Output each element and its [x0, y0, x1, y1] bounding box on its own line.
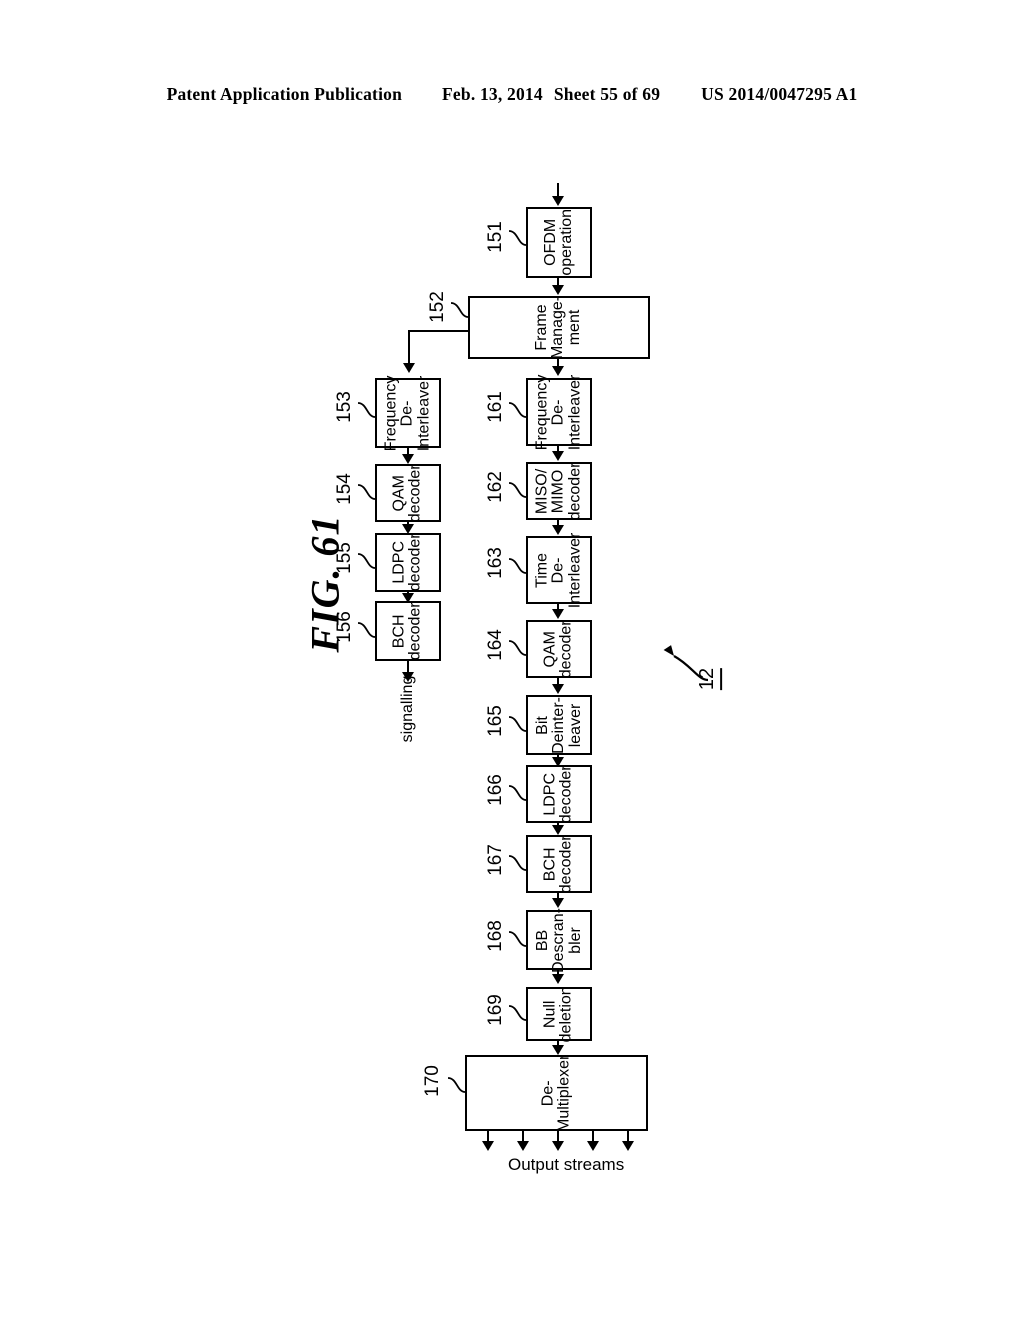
conn-169-170-arrowhead: [552, 1045, 564, 1055]
block-152-frame-management[interactable]: Frame Manage- ment: [468, 296, 650, 359]
block-166-label: LDPC decoder: [541, 765, 575, 823]
block-170-de-multiplexer[interactable]: De- Multiplexer: [465, 1054, 648, 1132]
output-arrowhead-4: [587, 1141, 599, 1151]
block-165-bit-deinterleaver[interactable]: Bit Deinter- leaver: [526, 695, 592, 755]
ref-number-156: 156: [334, 611, 355, 643]
block-167-bch-decoder[interactable]: BCH decoder: [526, 835, 592, 893]
ref-number-155: 155: [334, 542, 355, 574]
output-arrowhead-2: [517, 1141, 529, 1151]
ref-number-165: 165: [485, 705, 506, 737]
output-arrowhead-3: [552, 1141, 564, 1151]
block-168-bb-descrambler[interactable]: BB Descran- bler: [526, 907, 592, 973]
ref-number-167: 167: [485, 844, 506, 876]
ref-number-161: 161: [485, 391, 506, 423]
block-152-label: Frame Manage- ment: [533, 295, 584, 360]
block-151-ofdm-operation[interactable]: OFDM operation: [526, 207, 592, 278]
block-161-frequency-de-interleaver[interactable]: Frequency De- Interleaver: [526, 374, 592, 450]
block-164-label: QAM decoder: [541, 620, 575, 678]
block-163-label: Time De- Interleaver: [533, 532, 584, 608]
conn-166-167-arrowhead: [552, 825, 564, 835]
ref-number-152: 152: [427, 291, 448, 323]
output-arrowhead-5: [622, 1141, 634, 1151]
conn-161-162-arrowhead: [552, 451, 564, 461]
branch-152-to-153-arrowhead: [403, 363, 415, 373]
conn-153-154-arrowhead: [402, 454, 414, 464]
branch-152-to-153-vertical: [408, 330, 410, 365]
ref-number-151: 151: [485, 221, 506, 253]
block-167-label: BCH decoder: [541, 835, 575, 893]
block-154-label: QAM decoder: [390, 464, 424, 522]
block-156-bch-decoder[interactable]: BCH decoder: [375, 601, 441, 661]
ref-number-163: 163: [485, 547, 506, 579]
conn-163-164-arrowhead: [552, 609, 564, 619]
block-151-label: OFDM operation: [541, 209, 575, 276]
conn-164-165-arrowhead: [552, 684, 564, 694]
block-161-label: Frequency De- Interleaver: [533, 374, 584, 450]
block-168-label: BB Descran- bler: [533, 907, 584, 973]
block-163-time-de-interleaver[interactable]: Time De- Interleaver: [526, 532, 592, 608]
ref-number-12: 12: [696, 667, 723, 691]
conn-151-152-arrowhead: [552, 285, 564, 295]
ref-number-166: 166: [485, 774, 506, 806]
signalling-label: signalling: [399, 675, 416, 743]
figure-61-diagram: FIG. 61 OFDM operation 151 Frame Manage-…: [0, 0, 1024, 1320]
ref-number-153: 153: [334, 391, 355, 423]
block-162-miso-mimo-decoder[interactable]: MISO/ MIMO decoder: [526, 462, 592, 520]
ref-number-170: 170: [422, 1065, 443, 1097]
input-arrowhead: [552, 196, 564, 206]
block-170-label: De- Multiplexer: [539, 1054, 573, 1132]
ref-number-168: 168: [485, 920, 506, 952]
block-165-label: Bit Deinter- leaver: [533, 696, 584, 754]
ref-number-164: 164: [485, 629, 506, 661]
ref-number-169: 169: [485, 994, 506, 1026]
block-162-label: MISO/ MIMO decoder: [533, 462, 584, 520]
output-streams-label: Output streams: [508, 1155, 625, 1174]
block-155-ldpc-decoder[interactable]: LDPC decoder: [375, 533, 441, 592]
block-153-frequency-de-interleaver[interactable]: Frequency De- Interleaver: [375, 375, 441, 451]
block-166-ldpc-decoder[interactable]: LDPC decoder: [526, 765, 592, 823]
block-164-qam-decoder[interactable]: QAM decoder: [526, 620, 592, 678]
conn-168-169-arrowhead: [552, 974, 564, 984]
block-169-label: Null deletion: [541, 985, 575, 1043]
block-156-label: BCH decoder: [390, 602, 424, 660]
branch-152-to-153-horizontal: [408, 330, 470, 332]
conn-167-168-arrowhead: [552, 898, 564, 908]
ref-number-162: 162: [485, 471, 506, 503]
output-arrowhead-1: [482, 1141, 494, 1151]
block-153-label: Frequency De- Interleaver: [382, 375, 433, 451]
ref-number-154: 154: [334, 473, 355, 505]
block-169-null-deletion[interactable]: Null deletion: [526, 985, 592, 1043]
block-155-label: LDPC decoder: [390, 533, 424, 592]
block-154-qam-decoder[interactable]: QAM decoder: [375, 464, 441, 522]
